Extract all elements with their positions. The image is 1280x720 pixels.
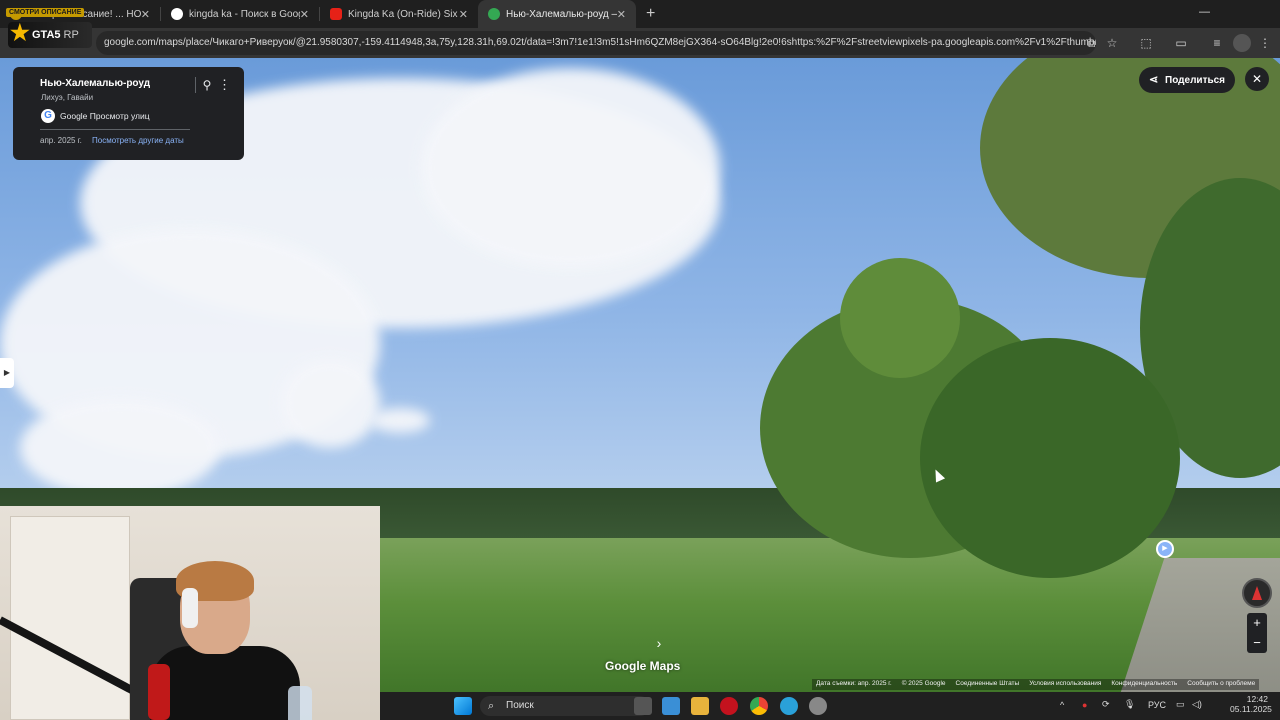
- clock-date: 05.11.2025: [1230, 704, 1272, 714]
- windows-taskbar: ⌕ Поиск ^ ● ⟳ 🎙 РУС ▭ ◁) 12:42 05.11.202…: [380, 692, 1280, 720]
- volume-icon[interactable]: ◁): [1192, 699, 1202, 710]
- tab-title: Kingda Ka (On-Ride) Six Flags G: [348, 8, 459, 20]
- close-tab-icon[interactable]: ✕: [300, 8, 309, 21]
- location-title: Нью-Халемалью-роуд: [40, 78, 151, 89]
- close-tab-icon[interactable]: ✕: [459, 8, 468, 21]
- search-placeholder: Поиск: [506, 700, 534, 711]
- microphone-icon[interactable]: 🎙: [1124, 699, 1135, 710]
- copyright: © 2025 Google: [901, 680, 946, 687]
- minimize-window-icon[interactable]: —: [1199, 6, 1210, 18]
- maps-favicon-icon: [488, 8, 500, 20]
- share-label: Поделиться: [1165, 74, 1226, 86]
- gta5rp-logo: ★ GTA5 RP: [8, 20, 92, 48]
- clock-time: 12:42: [1246, 694, 1268, 704]
- person-shirt: [150, 646, 300, 720]
- region-link[interactable]: Соединенные Штаты: [956, 680, 1020, 689]
- cloud: [420, 68, 720, 268]
- zoom-in-button[interactable]: +: [1247, 613, 1267, 633]
- expand-panel-handle[interactable]: ▶: [0, 358, 14, 388]
- install-app-icon[interactable]: ⧉: [1082, 34, 1100, 52]
- taskbar-search[interactable]: ⌕ Поиск: [480, 696, 650, 716]
- split-view-icon[interactable]: ▭: [1172, 34, 1190, 52]
- tab-youtube[interactable]: Kingda Ka (On-Ride) Six Flags G ✕: [320, 0, 478, 28]
- capture-date-note: Дата съемки: апр. 2025 г.: [816, 680, 892, 687]
- door: [10, 516, 130, 720]
- telegram-icon[interactable]: [780, 697, 798, 715]
- close-tab-icon[interactable]: ✕: [141, 8, 150, 21]
- close-tab-icon[interactable]: ✕: [617, 8, 626, 21]
- google-favicon-icon: [171, 8, 183, 20]
- street-view-source: G Google Просмотр улиц: [41, 109, 150, 123]
- share-icon: ⋖: [1149, 74, 1159, 86]
- tab-title: Нью-Халемалью-роуд – Goog: [506, 8, 617, 20]
- tray-chevron-icon[interactable]: ^: [1060, 700, 1064, 710]
- tab-google-maps[interactable]: Нью-Халемалью-роуд – Goog ✕: [478, 0, 636, 28]
- youtube-favicon-icon: [330, 8, 342, 20]
- bookmark-star-icon[interactable]: ☆: [1103, 34, 1121, 52]
- tray-app-icon[interactable]: ●: [1082, 700, 1087, 710]
- browser-menu-dots-icon[interactable]: ⋮: [1256, 34, 1274, 52]
- obs-icon[interactable]: [809, 697, 827, 715]
- map-attribution: Дата съемки: апр. 2025 г. © 2025 Google …: [812, 679, 1260, 690]
- notepad-icon[interactable]: [662, 697, 680, 715]
- street-view-marker-icon[interactable]: ▶: [1156, 540, 1174, 558]
- location-info-card: Нью-Халемалью-роуд Лихуэ, Гавайи G Googl…: [13, 67, 244, 160]
- windows-start-icon[interactable]: [454, 697, 472, 715]
- compass-icon[interactable]: [1242, 578, 1272, 608]
- foliage: [920, 338, 1180, 578]
- cloud: [20, 398, 220, 498]
- chrome-icon[interactable]: [750, 697, 768, 715]
- browser-toolbar: google.com/maps/place/Чикаго+Риверуок/@2…: [0, 28, 1280, 58]
- report-problem-link[interactable]: Сообщить о проблеме: [1187, 680, 1255, 689]
- opera-icon[interactable]: [720, 697, 738, 715]
- input-language[interactable]: РУС: [1148, 700, 1166, 710]
- terms-link[interactable]: Условия использования: [1029, 680, 1101, 689]
- privacy-link[interactable]: Конфиденциальность: [1111, 680, 1177, 689]
- new-tab-plus-icon[interactable]: +: [636, 5, 665, 23]
- reading-list-icon[interactable]: ≡: [1208, 34, 1226, 52]
- google-maps-brand: Google Maps: [605, 659, 681, 673]
- tab-title: kingda ka - Поиск в Google: [189, 8, 300, 20]
- compass-needle: [1252, 586, 1262, 600]
- close-street-view-button[interactable]: ✕: [1245, 67, 1269, 91]
- extensions-puzzle-icon[interactable]: ⬚: [1137, 34, 1155, 52]
- network-icon[interactable]: ▭: [1176, 699, 1185, 710]
- star-icon: ★: [10, 20, 30, 45]
- foliage: [840, 258, 960, 378]
- google-logo-icon: G: [41, 109, 55, 123]
- headset: [182, 588, 198, 628]
- water-bottle: [288, 686, 312, 720]
- more-options-icon[interactable]: ⋮: [218, 77, 231, 93]
- microphone: [148, 664, 170, 720]
- capture-date: апр. 2025 г.: [40, 136, 82, 145]
- file-explorer-icon[interactable]: [691, 697, 709, 715]
- tray-sync-icon[interactable]: ⟳: [1102, 699, 1110, 710]
- map-pin-icon[interactable]: ⚲: [200, 78, 214, 92]
- address-bar[interactable]: google.com/maps/place/Чикаго+Риверуок/@2…: [96, 31, 1096, 55]
- profile-avatar-icon[interactable]: [1233, 34, 1251, 52]
- task-view-icon[interactable]: [634, 697, 652, 715]
- search-icon: ⌕: [488, 700, 495, 712]
- logo-suffix-text: RP: [63, 29, 79, 41]
- tab-strip: Смотри описание! ... НОЕ Т... ✕ kingda k…: [0, 0, 1280, 28]
- divider: [195, 77, 196, 93]
- see-other-dates-link[interactable]: Посмотреть другие даты: [92, 136, 184, 145]
- location-subtitle: Лихуэ, Гавайи: [41, 93, 94, 102]
- tab-google-search[interactable]: kingda ka - Поиск в Google ✕: [161, 0, 319, 28]
- promo-banner: СМОТРИ ОПИСАНИЕ: [6, 8, 85, 17]
- source-label: Google Просмотр улиц: [60, 111, 150, 121]
- cloud: [370, 408, 430, 433]
- zoom-out-button[interactable]: −: [1247, 633, 1267, 653]
- navigate-forward-arrow-icon[interactable]: ›: [649, 633, 669, 653]
- webcam-overlay: [0, 506, 380, 720]
- zoom-control: + −: [1247, 613, 1267, 653]
- logo-main-text: GTA5: [32, 29, 61, 41]
- divider: [40, 129, 190, 130]
- cloud: [280, 358, 380, 448]
- clock[interactable]: 12:42 05.11.2025: [1230, 694, 1272, 714]
- share-button[interactable]: ⋖ Поделиться: [1139, 67, 1235, 93]
